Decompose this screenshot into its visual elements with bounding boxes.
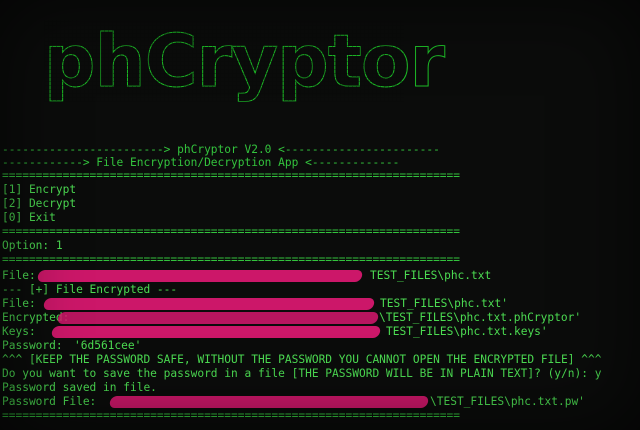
password-file-label: Password File: (2, 395, 97, 408)
password-file-path-tail: \TEST_FILES\phc.txt.pw' (430, 395, 585, 408)
warning-line: ^^^ [KEEP THE PASSWORD SAFE, WITHOUT THE… (2, 353, 602, 366)
menu-item-exit: [0] Exit (2, 211, 56, 224)
menu-item-decrypt: [2] Decrypt (2, 197, 77, 210)
banner-text: phCryptor (43, 19, 445, 103)
file2-path-tail: TEST_FILES\phc.txt' (380, 297, 508, 310)
keys-label: Keys: (2, 325, 36, 338)
encrypted-header: --- [+] File Encrypted --- (2, 283, 178, 296)
menu-item-encrypt: [1] Encrypt (2, 183, 77, 196)
encrypted-path-tail: \TEST_FILES\phc.txt.phCryptor' (379, 311, 582, 324)
separator: ========================================… (2, 253, 461, 266)
terminal-window: phCryptor ------------------------> phCr… (0, 0, 640, 430)
ascii-banner: phCryptor (43, 20, 445, 103)
redacted-path (56, 312, 380, 324)
separator: ========================================… (2, 409, 461, 422)
redacted-path (108, 396, 430, 408)
redacted-path (50, 326, 382, 338)
file-label: File: (2, 269, 36, 282)
file2-label: File: (2, 297, 36, 310)
password-label: Password: (2, 339, 63, 352)
redacted-path (42, 298, 376, 310)
password-value: '6d561cee' (74, 339, 142, 352)
redacted-path (36, 270, 364, 282)
save-password-prompt: Do you want to save the password in a fi… (2, 367, 602, 380)
header-separator: ------------------------> phCryptor V2.0… (2, 143, 440, 156)
option-line: Option: 1 (2, 239, 63, 252)
separator: ========================================… (2, 169, 461, 182)
file-path-tail: TEST_FILES\phc.txt (370, 269, 492, 282)
password-saved-message: Password saved in file. (2, 381, 157, 394)
separator: ========================================… (2, 225, 461, 238)
keys-path-tail: TEST_FILES\phc.txt.keys' (386, 325, 548, 338)
app-subtitle: ------------> File Encryption/Decryption… (2, 156, 400, 169)
